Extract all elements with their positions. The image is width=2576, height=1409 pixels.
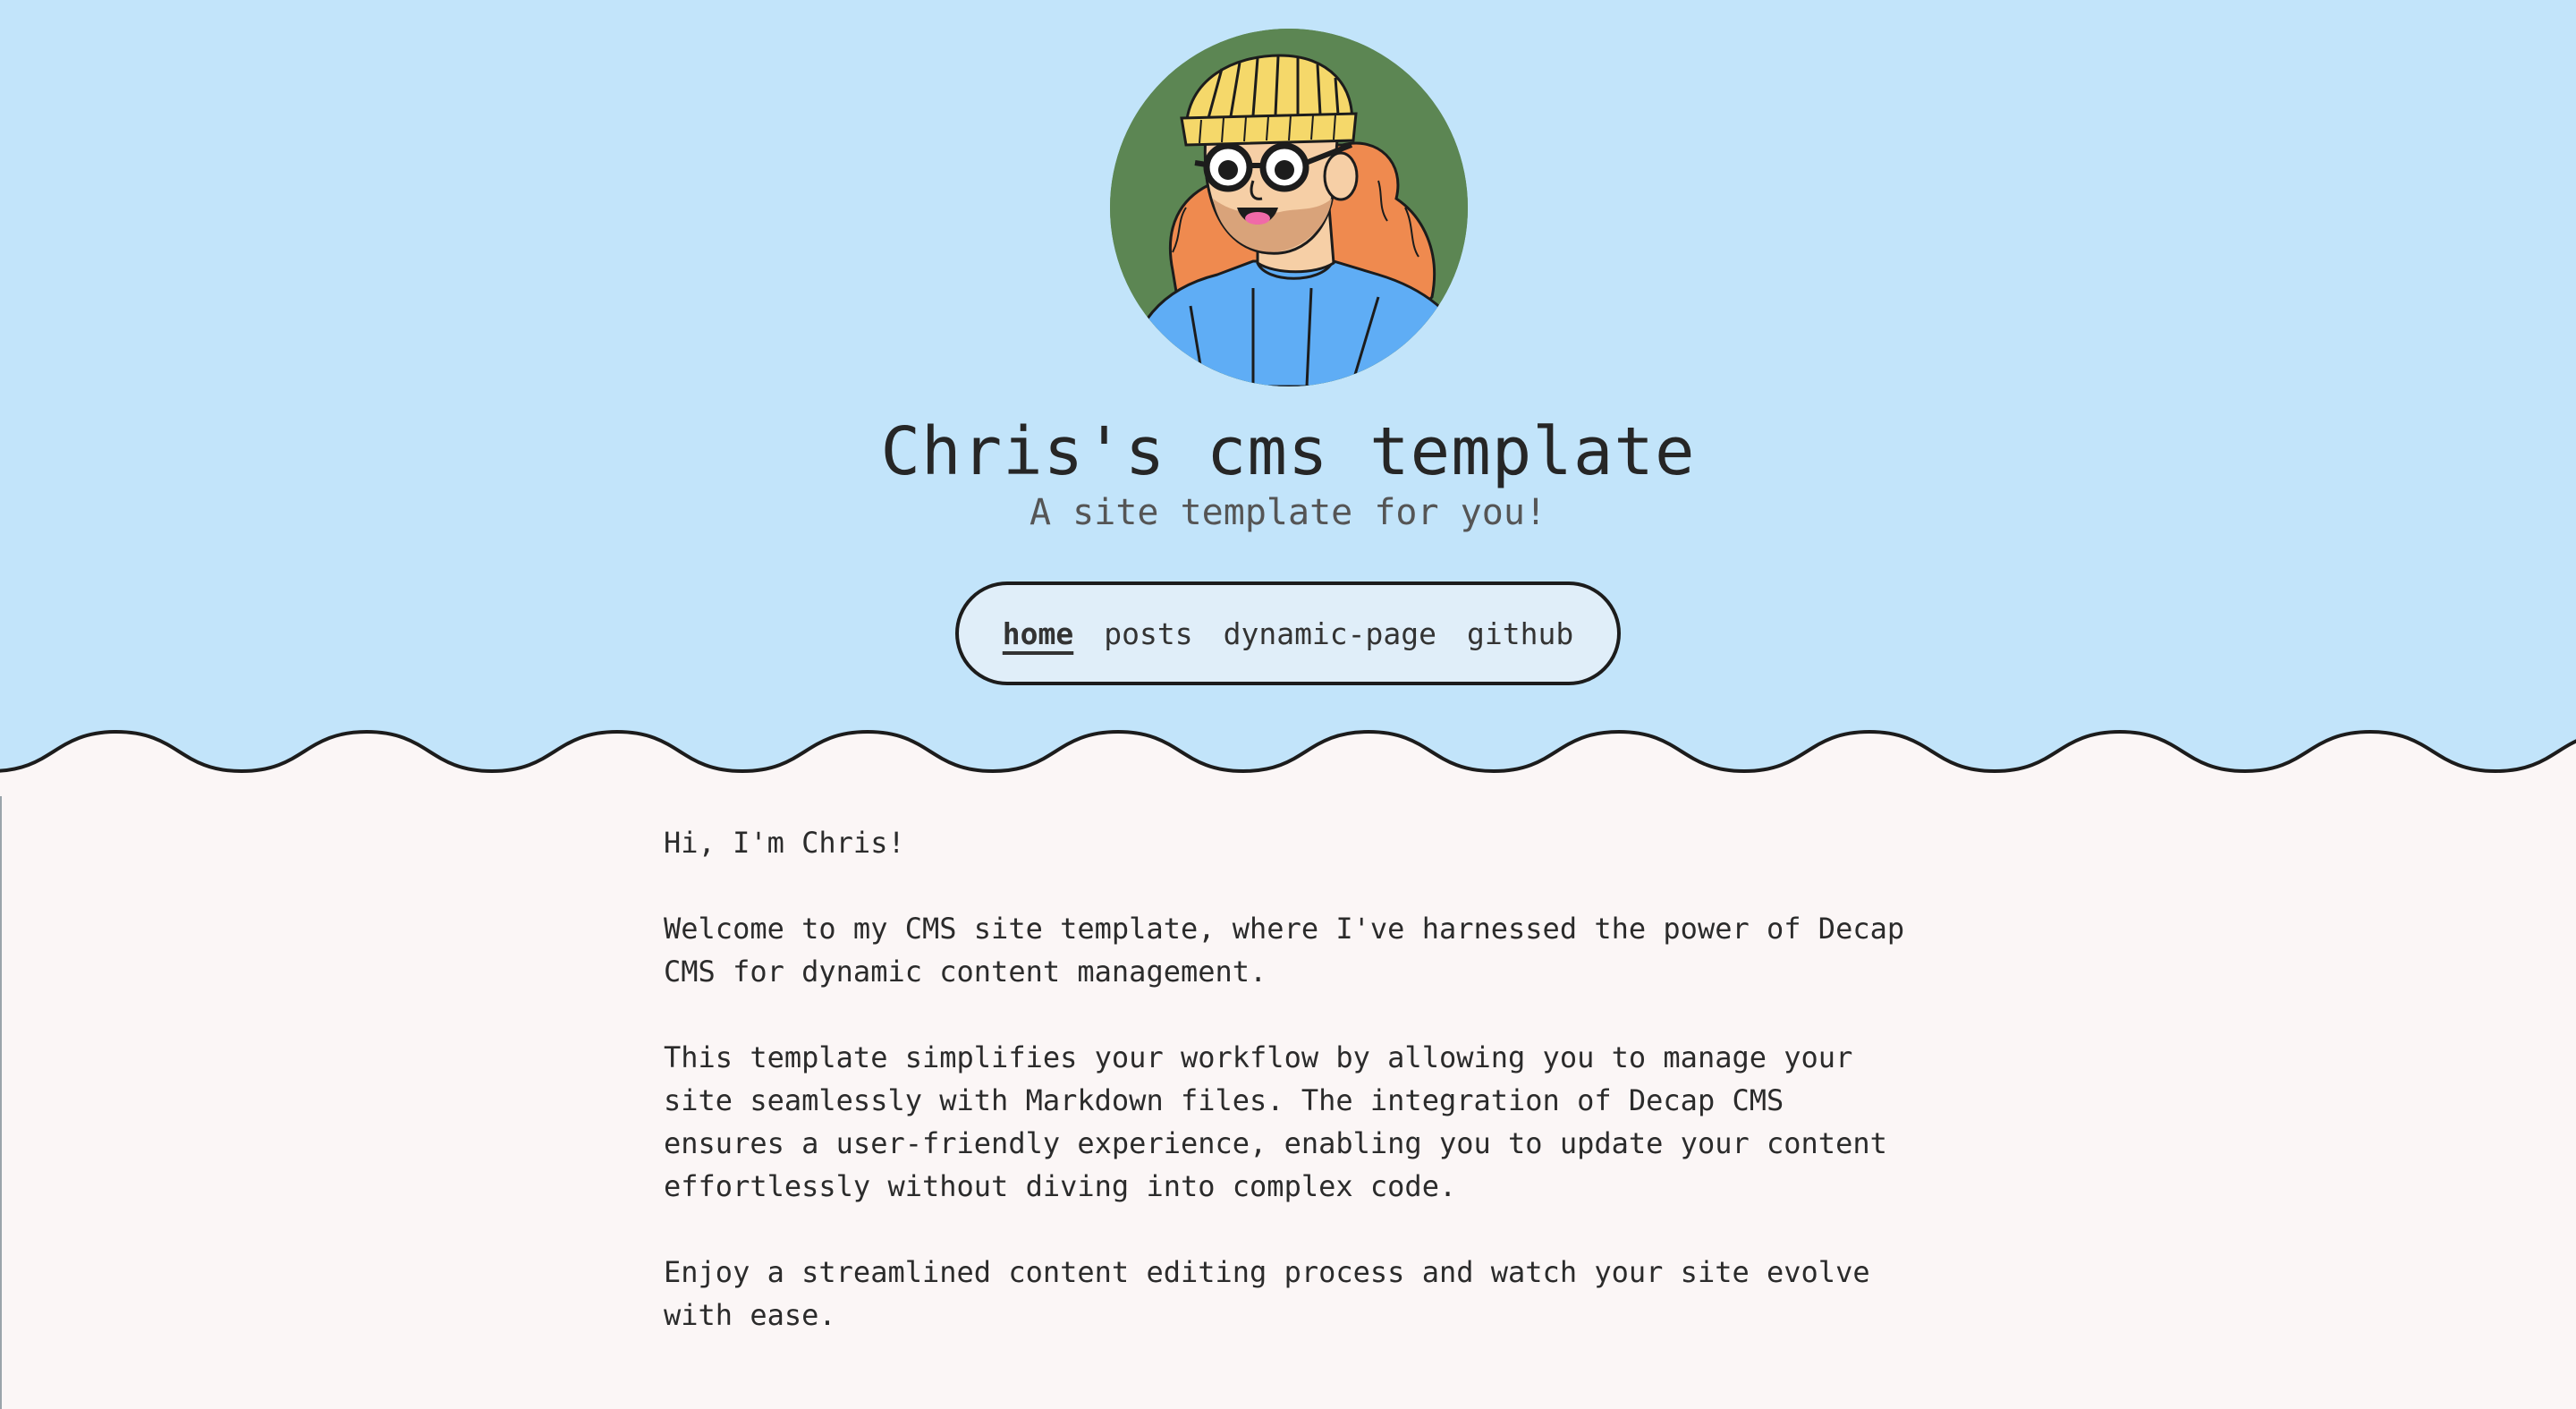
main-content: Hi, I'm Chris! Welcome to my CMS site te… — [664, 821, 1916, 1379]
avatar-illustration-icon — [1110, 29, 1468, 386]
closing-paragraph: Enjoy a streamlined content editing proc… — [664, 1255, 1870, 1332]
workflow-paragraph: This template simplifies your workflow b… — [664, 1040, 1887, 1203]
site-title: Chris's cms template — [880, 413, 1696, 490]
site-subtitle: A site template for you! — [1030, 492, 1546, 533]
nav-link-home[interactable]: home — [1003, 616, 1073, 651]
hero-section: Chris's cms template A site template for… — [0, 0, 2576, 778]
nav-link-posts[interactable]: posts — [1104, 616, 1192, 651]
page: Chris's cms template A site template for… — [0, 0, 2576, 1409]
intro-paragraph: Welcome to my CMS site template, where I… — [664, 912, 1905, 989]
main-nav: home posts dynamic-page github — [955, 581, 1621, 685]
wave-divider — [0, 729, 2576, 796]
avatar — [1110, 29, 1468, 386]
nav-link-github[interactable]: github — [1467, 616, 1573, 651]
nav-link-dynamic-page[interactable]: dynamic-page — [1224, 616, 1436, 651]
intro-greeting: Hi, I'm Chris! — [664, 826, 905, 860]
